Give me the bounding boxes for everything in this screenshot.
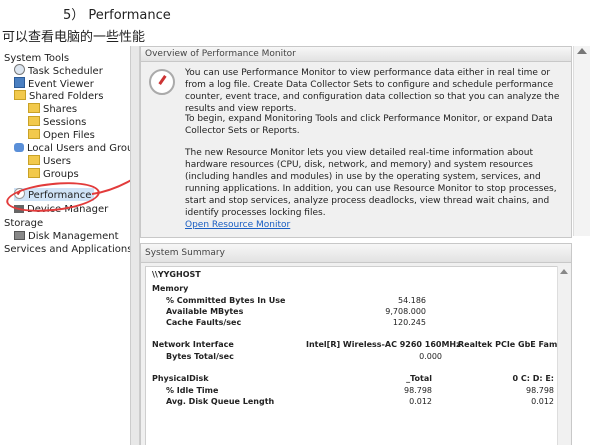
event-viewer-icon: [14, 77, 25, 88]
tree-item-shares[interactable]: Shares: [28, 103, 77, 116]
overview-paragraph-1: You can use Performance Monitor to view …: [185, 68, 560, 114]
folder-icon: [28, 168, 40, 178]
tree-item-shared-folders[interactable]: Shared Folders: [14, 90, 104, 103]
tree-item-storage[interactable]: Storage: [4, 217, 43, 230]
doc-heading: 5） Performance: [63, 8, 171, 23]
tree-item-services-applications[interactable]: Services and Applications: [4, 243, 132, 256]
disk-column-2: 0 C: D: E:: [512, 374, 555, 383]
tree-item-label: Shared Folders: [29, 91, 104, 102]
disk-row-value-1: 0.012: [409, 397, 432, 406]
performance-monitor-icon: [149, 69, 175, 95]
system-summary-header: System Summary: [141, 244, 571, 263]
scroll-up-arrow-icon[interactable]: [577, 48, 587, 54]
tree-item-users[interactable]: Users: [28, 155, 71, 168]
network-row-value: 0.000: [419, 352, 442, 361]
users-icon: [14, 143, 24, 152]
folder-icon: [28, 155, 40, 165]
disk-row-value-1: 98.798: [404, 386, 432, 395]
tree-item-event-viewer[interactable]: Event Viewer: [14, 77, 94, 90]
tree-item-task-scheduler[interactable]: Task Scheduler: [14, 64, 103, 77]
tree-item-label: Groups: [43, 169, 79, 180]
navigation-tree: System Tools Task Scheduler Event Viewer…: [0, 46, 145, 445]
tree-item-groups[interactable]: Groups: [28, 168, 79, 181]
clock-icon: [14, 64, 25, 75]
tree-item-label: Open Files: [43, 130, 95, 141]
network-row-label: Bytes Total/sec: [166, 352, 234, 361]
disk-column-1: _Total: [406, 374, 432, 383]
tree-item-label: Services and Applications: [4, 244, 133, 255]
tree-item-open-files[interactable]: Open Files: [28, 129, 95, 142]
memory-row-value: 120.245: [392, 318, 426, 327]
overview-header: Overview of Performance Monitor: [141, 47, 571, 62]
disk-row-value-2: 98.798: [526, 386, 554, 395]
tree-item-label: Task Scheduler: [28, 66, 103, 77]
tree-item-label: Event Viewer: [28, 79, 94, 90]
folder-icon: [28, 116, 40, 126]
disk-icon: [14, 231, 25, 240]
host-name: \\YYGHOST: [152, 270, 201, 279]
memory-row-value: 54.186: [398, 296, 426, 305]
system-summary-panel: System Summary \\YYGHOST Memory % Commit…: [140, 243, 572, 445]
network-column-1: Intel[R] Wireless-AC 9260 160MHz: [306, 340, 461, 349]
summary-scrollbar[interactable]: [557, 266, 570, 445]
memory-title: Memory: [152, 284, 189, 293]
overview-scrollbar[interactable]: [573, 46, 590, 236]
computer-management-screenshot: System Tools Task Scheduler Event Viewer…: [0, 46, 604, 445]
tree-item-sessions[interactable]: Sessions: [28, 116, 86, 129]
doc-caption: 可以查看电脑的一些性能: [2, 30, 146, 45]
memory-row-value: 9,708.000: [385, 307, 426, 316]
overview-paragraph-2: To begin, expand Monitoring Tools and cl…: [185, 114, 553, 136]
tree-item-label: System Tools: [4, 53, 70, 64]
tree-item-label: Shares: [43, 104, 78, 115]
shared-folder-icon: [14, 90, 26, 100]
network-title: Network Interface: [152, 340, 234, 349]
folder-icon: [28, 129, 40, 139]
system-summary-table: \\YYGHOST Memory % Committed Bytes In Us…: [145, 266, 558, 445]
pane-splitter[interactable]: [130, 46, 140, 445]
disk-title: PhysicalDisk: [152, 374, 209, 383]
scroll-up-arrow-icon[interactable]: [560, 269, 568, 274]
tree-item-label: Users: [43, 156, 72, 167]
memory-row-label: % Committed Bytes In Use: [166, 296, 286, 305]
overview-paragraph-3: The new Resource Monitor lets you view d…: [185, 148, 557, 218]
tree-item-label: Storage: [4, 218, 44, 229]
tree-item-label: Disk Management: [28, 231, 119, 242]
folder-icon: [28, 103, 40, 113]
disk-row-label: Avg. Disk Queue Length: [166, 397, 275, 406]
overview-panel: Overview of Performance Monitor You can …: [140, 46, 572, 238]
disk-row-label: % Idle Time: [166, 386, 219, 395]
memory-row-label: Available MBytes: [166, 307, 244, 316]
open-resource-monitor-link[interactable]: Open Resource Monitor: [185, 219, 290, 231]
network-column-2: Realtek PCIe GbE Fami: [458, 340, 558, 349]
tree-item-label: Sessions: [43, 117, 87, 128]
memory-row-label: Cache Faults/sec: [166, 318, 242, 327]
tree-item-disk-management[interactable]: Disk Management: [14, 230, 119, 243]
disk-row-value-2: 0.012: [531, 397, 554, 406]
